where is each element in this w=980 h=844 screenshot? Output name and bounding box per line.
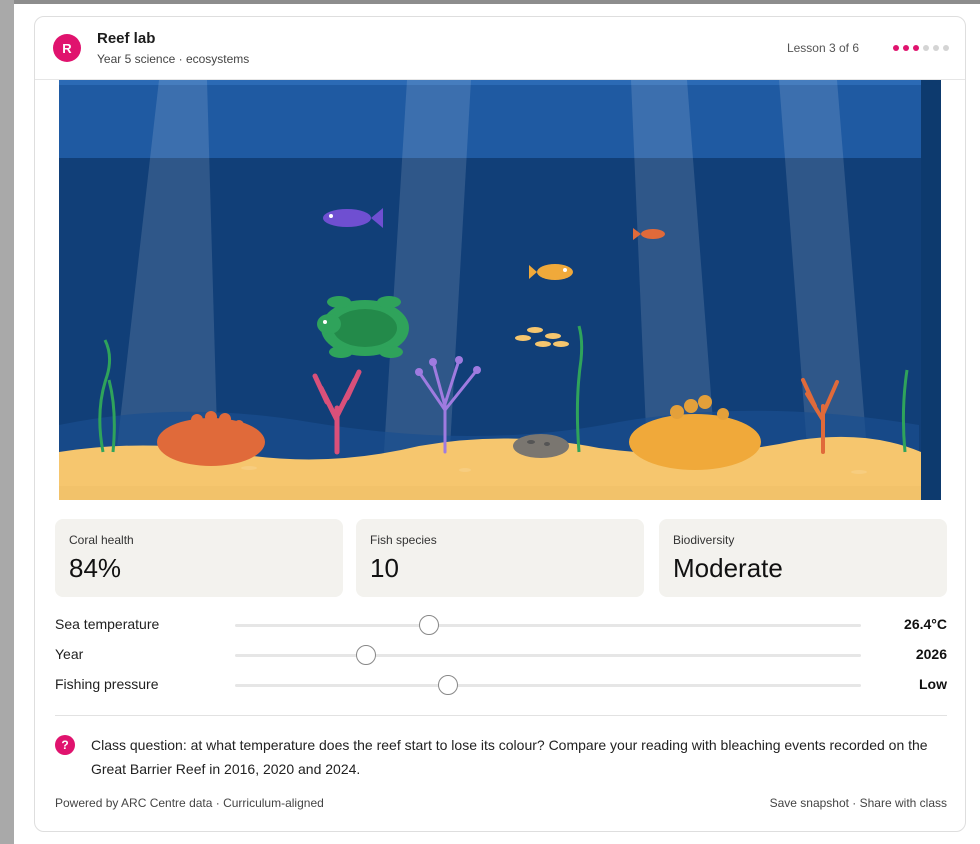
fishing-pressure-control: Fishing pressure Low	[55, 673, 947, 697]
stat-value: 10	[370, 553, 399, 583]
orange-coral-mound	[157, 418, 265, 466]
divider	[55, 715, 947, 716]
scene-right-edge	[921, 80, 941, 500]
control-value: 26.4°C	[904, 616, 947, 632]
sea-temperature-slider[interactable]	[235, 615, 861, 635]
footer-actions[interactable]: Save snapshot · Share with class	[770, 796, 947, 810]
stat-label: Biodiversity	[673, 533, 735, 547]
slider-thumb[interactable]	[356, 645, 377, 665]
stat-fish-species: Fish species 10	[356, 519, 644, 597]
lesson-dot	[913, 45, 919, 51]
control-value: Low	[919, 676, 947, 692]
reef-lab-card: R Reef lab Year 5 science · ecosystems L…	[34, 16, 966, 832]
lesson-dot	[943, 45, 949, 51]
app-title: Reef lab	[97, 30, 156, 47]
reef-scene[interactable]	[59, 80, 941, 500]
lesson-dot	[903, 45, 909, 51]
footer-credit: Powered by ARC Centre data · Curriculum-…	[55, 796, 324, 810]
sea-temperature-control: Sea temperature 26.4°C	[55, 613, 947, 637]
class-question: Class question: at what temperature does…	[91, 737, 928, 777]
window-left-edge	[0, 0, 14, 844]
lesson-dot	[923, 45, 929, 51]
slider-thumb[interactable]	[419, 615, 440, 635]
fishing-pressure-slider[interactable]	[235, 675, 861, 695]
question-icon: ?	[55, 735, 75, 755]
year-slider[interactable]	[235, 645, 861, 665]
control-value: 2026	[915, 646, 947, 662]
year-control: Year 2026	[55, 643, 947, 667]
stat-label: Coral health	[69, 533, 134, 547]
grey-rock	[513, 434, 569, 458]
stat-value: 84%	[69, 553, 122, 583]
control-label: Sea temperature	[55, 616, 160, 632]
stat-label: Fish species	[370, 533, 437, 547]
stats-row: Coral health 84% Fish species 10 Biodive…	[55, 519, 947, 597]
yellow-coral-mound	[629, 414, 761, 470]
card-header: R Reef lab Year 5 science · ecosystems L…	[35, 17, 965, 80]
stat-coral-health: Coral health 84%	[55, 519, 343, 597]
lesson-progress-label: Lesson 3 of 6	[786, 41, 859, 55]
lesson-dot	[933, 45, 939, 51]
control-label: Fishing pressure	[55, 676, 159, 692]
app-avatar: R	[53, 34, 81, 62]
slider-thumb[interactable]	[437, 675, 458, 695]
stat-biodiversity: Biodiversity Moderate	[659, 519, 947, 597]
app-subtitle: Year 5 science · ecosystems	[97, 52, 250, 66]
control-label: Year	[55, 646, 84, 662]
stat-value: Moderate	[673, 553, 783, 583]
lesson-dot	[893, 45, 899, 51]
lesson-progress-dots	[893, 45, 949, 51]
